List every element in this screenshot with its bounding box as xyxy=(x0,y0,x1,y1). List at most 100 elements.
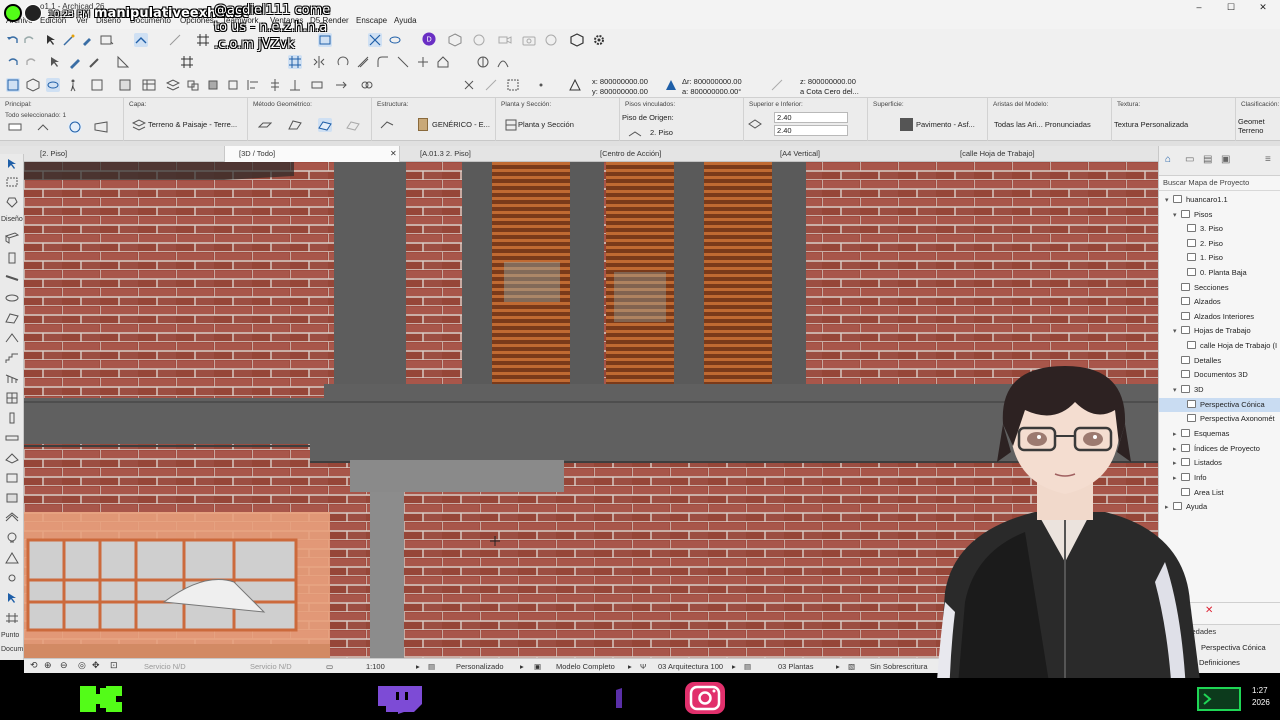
twitch-logo-icon[interactable] xyxy=(372,684,428,714)
navigator-close-icon[interactable]: ✕ xyxy=(1205,605,1213,616)
method-freeform-icon[interactable] xyxy=(318,118,332,132)
minimize-button[interactable]: – xyxy=(1186,0,1212,14)
arrange-icon[interactable] xyxy=(310,78,324,92)
project-map-icon[interactable]: ⌂ xyxy=(1165,154,1171,165)
kick-logo-icon[interactable] xyxy=(76,682,140,716)
custom-value[interactable]: Personalizado xyxy=(456,662,504,671)
group-icon[interactable] xyxy=(186,78,200,92)
trim-icon[interactable] xyxy=(396,55,410,69)
d5-plugin-icon[interactable]: D xyxy=(422,32,438,48)
guide-icon[interactable] xyxy=(168,33,182,47)
beam-tool-icon[interactable] xyxy=(5,432,19,444)
zoom-out-icon[interactable]: ⊖ xyxy=(60,660,68,671)
nav-item-project[interactable]: huancaro1.1 xyxy=(1173,193,1228,207)
pointer-icon[interactable] xyxy=(44,33,58,47)
video-icon[interactable] xyxy=(498,33,512,47)
delta-icon[interactable] xyxy=(568,78,582,92)
menu-ayuda[interactable]: Ayuda xyxy=(394,16,417,25)
rotate-view-icon[interactable] xyxy=(68,120,82,134)
method-slope-icon[interactable] xyxy=(288,118,302,132)
service1-status[interactable]: Servicio N/D xyxy=(144,662,186,671)
bring-front-icon[interactable] xyxy=(206,78,220,92)
window-tool-icon[interactable] xyxy=(5,272,19,284)
flip-icon[interactable] xyxy=(334,78,348,92)
curve-icon[interactable] xyxy=(496,55,510,69)
definitions-button[interactable]: Definiciones xyxy=(1199,658,1240,667)
nav-item-secciones[interactable]: Secciones xyxy=(1181,281,1229,295)
door-tool-icon[interactable] xyxy=(5,252,19,264)
curtain-wall-icon[interactable] xyxy=(5,392,19,404)
tab-3d-todo[interactable]: [3D / Todo] xyxy=(224,146,400,162)
model-dropdown-icon[interactable]: ▸ xyxy=(628,662,632,671)
snap-icon[interactable] xyxy=(134,33,148,47)
clasif-value2[interactable]: Terreno xyxy=(1238,126,1263,135)
shell-tool-icon[interactable] xyxy=(5,332,19,344)
orbit-status-icon[interactable]: ◎ xyxy=(78,660,86,671)
inf-field[interactable]: 2.40 xyxy=(774,125,848,136)
nav-item-alzados-interiores[interactable]: Alzados Interiores xyxy=(1181,310,1254,324)
floors-value[interactable]: 03 Plantas xyxy=(778,662,813,671)
relative-icon[interactable] xyxy=(484,78,498,92)
tab-calle-hoja[interactable]: [calle Hoja de Trabajo] xyxy=(946,146,1126,162)
coord-z-reference[interactable]: a Cota Cero del... xyxy=(800,87,859,96)
undo-icon[interactable] xyxy=(6,33,20,47)
camera-icon[interactable] xyxy=(522,33,536,47)
coord-angle[interactable]: a: 800000000.00° xyxy=(682,87,741,96)
morph-tool-icon[interactable] xyxy=(5,512,19,524)
railing-tool-icon[interactable] xyxy=(5,372,19,384)
fillet-icon[interactable] xyxy=(376,55,390,69)
tab-close-icon[interactable]: ✕ xyxy=(390,149,397,158)
link-icon[interactable] xyxy=(360,78,374,92)
coord-y[interactable]: y: 800000000.00 xyxy=(592,87,648,96)
magic-wand-icon[interactable] xyxy=(62,33,76,47)
floors-dropdown-icon[interactable]: ▸ xyxy=(836,662,840,671)
align-icon[interactable] xyxy=(246,78,260,92)
adjust-icon[interactable] xyxy=(416,55,430,69)
roof-tool-icon[interactable] xyxy=(5,312,19,324)
undo-zoom-icon[interactable]: ⟲ xyxy=(30,660,38,671)
terminal-app-icon[interactable] xyxy=(1196,686,1242,712)
pen-icon[interactable] xyxy=(68,55,82,69)
nav-item-calle-hoja[interactable]: calle Hoja de Trabajo (I xyxy=(1187,339,1277,353)
navigator-menu-icon[interactable]: ≡ xyxy=(1265,154,1271,165)
polar-icon[interactable] xyxy=(506,78,520,92)
layout-book-icon[interactable]: ▤ xyxy=(1203,154,1212,165)
explore-icon[interactable] xyxy=(368,33,382,47)
mirror-icon[interactable] xyxy=(312,55,326,69)
grid-icon[interactable] xyxy=(196,33,210,47)
select-tools-icon[interactable] xyxy=(8,120,22,134)
dimension-icon[interactable] xyxy=(116,55,130,69)
coord-z[interactable]: z: 800000000.00 xyxy=(800,77,856,86)
select-dropdown-icon[interactable] xyxy=(100,33,114,47)
tree-toggle-icon[interactable]: ▾ xyxy=(1165,196,1169,204)
redo-icon[interactable] xyxy=(22,33,36,47)
nav-item-planta-baja[interactable]: 0. Planta Baja xyxy=(1187,266,1247,280)
aristas-value[interactable]: Todas las Ari... Pronunciadas xyxy=(994,120,1091,129)
method-custom-icon[interactable] xyxy=(346,118,360,132)
model-value[interactable]: Modelo Completo xyxy=(556,662,615,671)
coord-dr[interactable]: Δr: 800000000.00 xyxy=(682,77,742,86)
skylight-tool-icon[interactable] xyxy=(5,552,19,564)
menu-enscape[interactable]: Enscape xyxy=(356,16,387,25)
slab-tool-icon[interactable] xyxy=(5,292,19,304)
tab-a4-vertical[interactable]: [A4 Vertical] xyxy=(766,146,946,162)
offset-icon[interactable] xyxy=(356,55,370,69)
tab-centro-accion[interactable]: [Centro de Acción] xyxy=(586,146,766,162)
table-icon[interactable] xyxy=(142,78,156,92)
section-icon[interactable] xyxy=(118,78,132,92)
zoom-fit-icon[interactable] xyxy=(90,78,104,92)
grid2-icon[interactable] xyxy=(180,55,194,69)
publisher-icon[interactable]: ▣ xyxy=(1221,154,1230,165)
select-arrow-icon[interactable] xyxy=(48,55,62,69)
arrow-tool-icon[interactable] xyxy=(5,158,19,170)
sup-field[interactable]: 2.40 xyxy=(774,112,848,123)
view-3d-icon[interactable] xyxy=(318,33,332,47)
cube-icon[interactable] xyxy=(448,33,462,47)
mesh-icon[interactable] xyxy=(94,120,108,134)
view-plan-icon[interactable] xyxy=(6,78,20,92)
mesh-tool-icon[interactable] xyxy=(5,452,19,464)
fit-status-icon[interactable]: ⊡ xyxy=(110,660,118,671)
layer-stack-icon[interactable] xyxy=(165,78,181,92)
wall-tool-icon[interactable] xyxy=(5,232,19,244)
capa-value[interactable]: Terreno & Paisaje - Terre... xyxy=(148,120,237,129)
